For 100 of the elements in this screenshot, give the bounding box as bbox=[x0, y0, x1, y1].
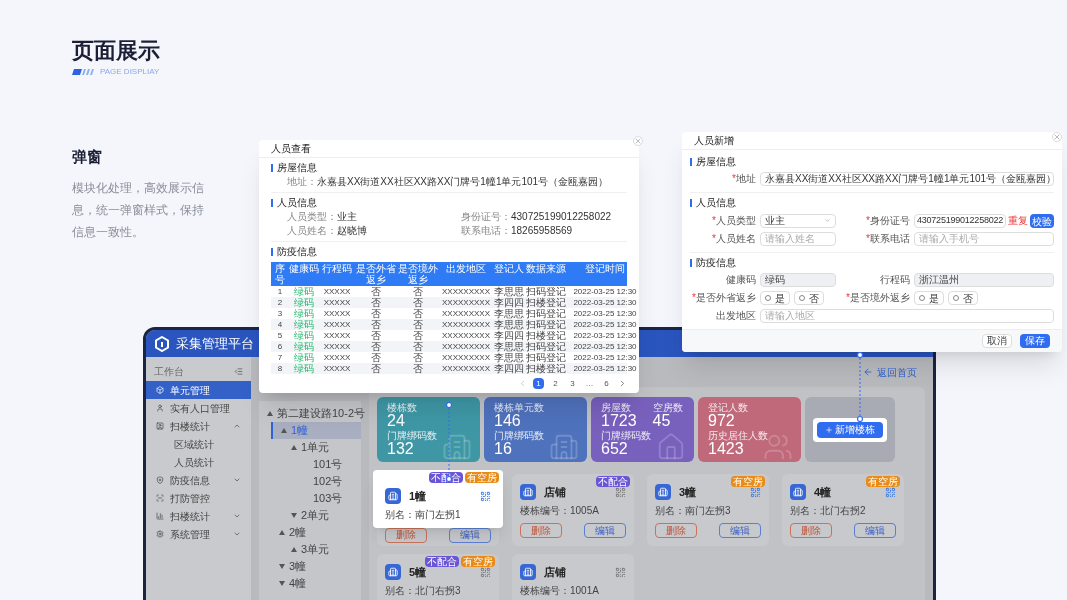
column-header: 行程码 bbox=[321, 262, 353, 276]
sidebar-subitem[interactable]: 区域统计 bbox=[146, 435, 251, 453]
radio-option[interactable]: 是 bbox=[914, 291, 944, 305]
field-label: 人员类型： bbox=[287, 211, 337, 223]
required-mark: * bbox=[692, 292, 696, 304]
back-arrow-icon bbox=[863, 367, 873, 377]
table-cell-text: 2022-03-25 12:30 bbox=[572, 309, 638, 318]
edit-button[interactable]: 编辑 bbox=[584, 523, 626, 538]
chevron-down-icon bbox=[824, 217, 831, 224]
stat-value: 24 bbox=[387, 413, 405, 429]
sidebar-item[interactable]: 扫楼统计 bbox=[146, 417, 251, 435]
caret-icon[interactable] bbox=[267, 411, 273, 416]
caret-icon[interactable] bbox=[279, 530, 285, 535]
table-cell-text: 绿码 bbox=[293, 341, 315, 352]
table-cell-text: XXXXX bbox=[322, 287, 352, 296]
verify-button[interactable]: 校验 bbox=[1030, 213, 1055, 228]
caret-icon[interactable] bbox=[291, 513, 297, 518]
logo-icon bbox=[154, 335, 170, 352]
table-cell: 扫码登记 bbox=[525, 352, 567, 363]
edit-button[interactable]: 编辑 bbox=[854, 523, 896, 538]
column-header: 是否外省返乡 bbox=[355, 262, 397, 286]
caret-icon[interactable] bbox=[279, 581, 285, 586]
required-mark: * bbox=[846, 292, 850, 304]
input-field[interactable]: 430725199012258022 bbox=[914, 213, 1007, 228]
input-field[interactable]: 永嘉县XX街道XX社区XX路XX门牌号1幢1单元101号（金瓯嘉园） bbox=[760, 172, 1054, 186]
collapse-icon[interactable] bbox=[234, 366, 243, 376]
qr-code-icon[interactable] bbox=[885, 486, 896, 498]
table-cell-text: 2022-03-25 12:30 bbox=[572, 342, 638, 351]
save-button[interactable]: 保存 bbox=[1020, 334, 1050, 348]
caret-icon[interactable] bbox=[281, 428, 287, 433]
page-button[interactable]: 6 bbox=[601, 378, 612, 389]
cancel-button[interactable]: 取消 bbox=[982, 334, 1012, 348]
edit-button[interactable]: 编辑 bbox=[449, 527, 491, 543]
table-cell-text: 4 bbox=[276, 320, 284, 329]
table-cell: 李思思 bbox=[493, 308, 525, 319]
shield-icon bbox=[156, 476, 164, 484]
table-cell-text: 绿码 bbox=[293, 297, 315, 308]
tree-item[interactable]: 第二建设路10-2号 bbox=[277, 407, 366, 420]
section-title: 房屋信息 bbox=[696, 156, 736, 168]
table-cell-text: 否 bbox=[412, 319, 424, 330]
qr-code-icon[interactable] bbox=[615, 486, 626, 498]
caret-icon[interactable] bbox=[291, 445, 297, 450]
table-cell: 扫码登记 bbox=[525, 319, 567, 330]
tree-item[interactable]: 2幢 bbox=[289, 526, 307, 539]
qr-code-icon[interactable] bbox=[615, 566, 626, 578]
section-title: 人员信息 bbox=[696, 197, 736, 209]
table-cell-text: XXXXX bbox=[322, 331, 352, 340]
table-cell-text: XXXXXXXXX bbox=[441, 320, 491, 329]
qr-code-icon[interactable] bbox=[480, 566, 491, 578]
sidebar-item[interactable]: 单元管理 bbox=[146, 381, 251, 399]
tree-item[interactable]: 3单元 bbox=[301, 543, 330, 556]
required-mark: * bbox=[712, 214, 716, 227]
radio-option[interactable]: 否 bbox=[794, 291, 824, 305]
sidebar-item[interactable]: 扫楼统计 bbox=[146, 507, 251, 525]
sidebar-item[interactable]: 实有人口管理 bbox=[146, 399, 251, 417]
field-label: 地址 bbox=[736, 173, 756, 185]
tree-item[interactable]: 3幢 bbox=[289, 560, 307, 573]
sidebar-subitem[interactable]: 人员统计 bbox=[146, 453, 251, 471]
page-button[interactable]: 1 bbox=[533, 378, 544, 389]
tree-item[interactable]: 101号 bbox=[313, 458, 343, 471]
select-field[interactable]: 业主 bbox=[760, 213, 836, 228]
tree-item[interactable]: 103号 bbox=[313, 492, 343, 505]
stat-value: 132 bbox=[387, 441, 415, 457]
required-mark: * bbox=[732, 173, 736, 185]
caret-icon[interactable] bbox=[279, 564, 285, 569]
table-cell-text: XXXXXXXXX bbox=[441, 287, 491, 296]
sidebar-item[interactable]: 打防管控 bbox=[146, 489, 251, 507]
edit-button[interactable]: 编辑 bbox=[719, 523, 761, 538]
table-cell-text: 否 bbox=[370, 297, 382, 308]
field-label: 是否外省返乡 bbox=[696, 292, 756, 304]
field-value: 业主 bbox=[337, 211, 357, 223]
building-icon bbox=[790, 484, 806, 501]
table-cell-text: 2022-03-25 12:30 bbox=[572, 364, 638, 373]
field-label: 人员姓名 bbox=[716, 233, 756, 245]
tree-item[interactable]: 4幢 bbox=[289, 577, 307, 590]
caret-icon[interactable] bbox=[291, 547, 297, 552]
page-button[interactable]: 3 bbox=[567, 378, 578, 389]
radio-option[interactable]: 是 bbox=[760, 291, 790, 305]
status-tag: 有空房 bbox=[731, 476, 765, 487]
sidebar-item[interactable]: 防疫信息 bbox=[146, 471, 251, 489]
building-icon bbox=[520, 484, 536, 501]
table-cell-text: 绿码 bbox=[293, 330, 315, 341]
sidebar-item[interactable]: 系统管理 bbox=[146, 525, 251, 543]
table-cell: 扫楼登记 bbox=[525, 363, 567, 374]
page-button[interactable]: 2 bbox=[550, 378, 561, 389]
add-building-button[interactable]: 新增楼栋 bbox=[817, 421, 883, 438]
tree-item[interactable]: 2单元 bbox=[301, 509, 330, 522]
qr-code-icon[interactable] bbox=[480, 490, 491, 502]
building-name: 1幢 bbox=[409, 489, 428, 504]
page-button[interactable]: … bbox=[584, 378, 595, 389]
field-value: 赵晓博 bbox=[337, 225, 367, 237]
close-icon[interactable] bbox=[633, 136, 643, 146]
table-cell: 扫码登记 bbox=[525, 341, 567, 352]
tree-item[interactable]: 102号 bbox=[313, 475, 343, 488]
qr-code-icon[interactable] bbox=[750, 486, 761, 498]
tree-item[interactable]: 1单元 bbox=[301, 441, 330, 454]
radio-option[interactable]: 否 bbox=[948, 291, 978, 305]
required-mark: * bbox=[866, 233, 870, 245]
close-icon[interactable] bbox=[1052, 132, 1062, 142]
next-page-icon[interactable] bbox=[618, 379, 627, 388]
